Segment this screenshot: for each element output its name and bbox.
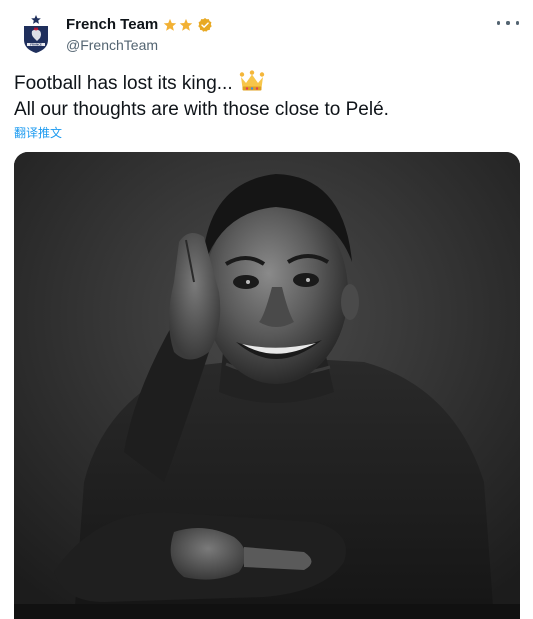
- avatar[interactable]: FRANCE: [16, 14, 56, 54]
- verified-badge-icon[interactable]: [197, 17, 213, 33]
- star-icon: [164, 18, 177, 31]
- crest-label: FRANCE: [30, 43, 42, 47]
- tweet-text-line-1-content: Football has lost its king...: [14, 73, 233, 94]
- portrait-image: [14, 152, 520, 619]
- tweet-text: Football has lost its king... All our th…: [14, 70, 519, 123]
- tweet-media-image[interactable]: [14, 152, 520, 619]
- translate-tweet-link[interactable]: 翻译推文: [14, 124, 62, 141]
- author-handle[interactable]: @FrenchTeam: [66, 37, 158, 53]
- tweet-card: FRANCE French Team @FrenchTeam Football …: [0, 0, 533, 619]
- star-icon: [180, 18, 193, 31]
- more-options-icon[interactable]: [497, 16, 519, 30]
- tweet-text-line-2: All our thoughts are with those close to…: [14, 99, 389, 120]
- display-name[interactable]: French Team: [66, 16, 158, 33]
- author-name-row: French Team: [66, 16, 213, 33]
- tweet-text-line-1: Football has lost its king...: [14, 70, 519, 97]
- crown-icon: [239, 70, 264, 91]
- fff-crest-icon: FRANCE: [24, 15, 48, 53]
